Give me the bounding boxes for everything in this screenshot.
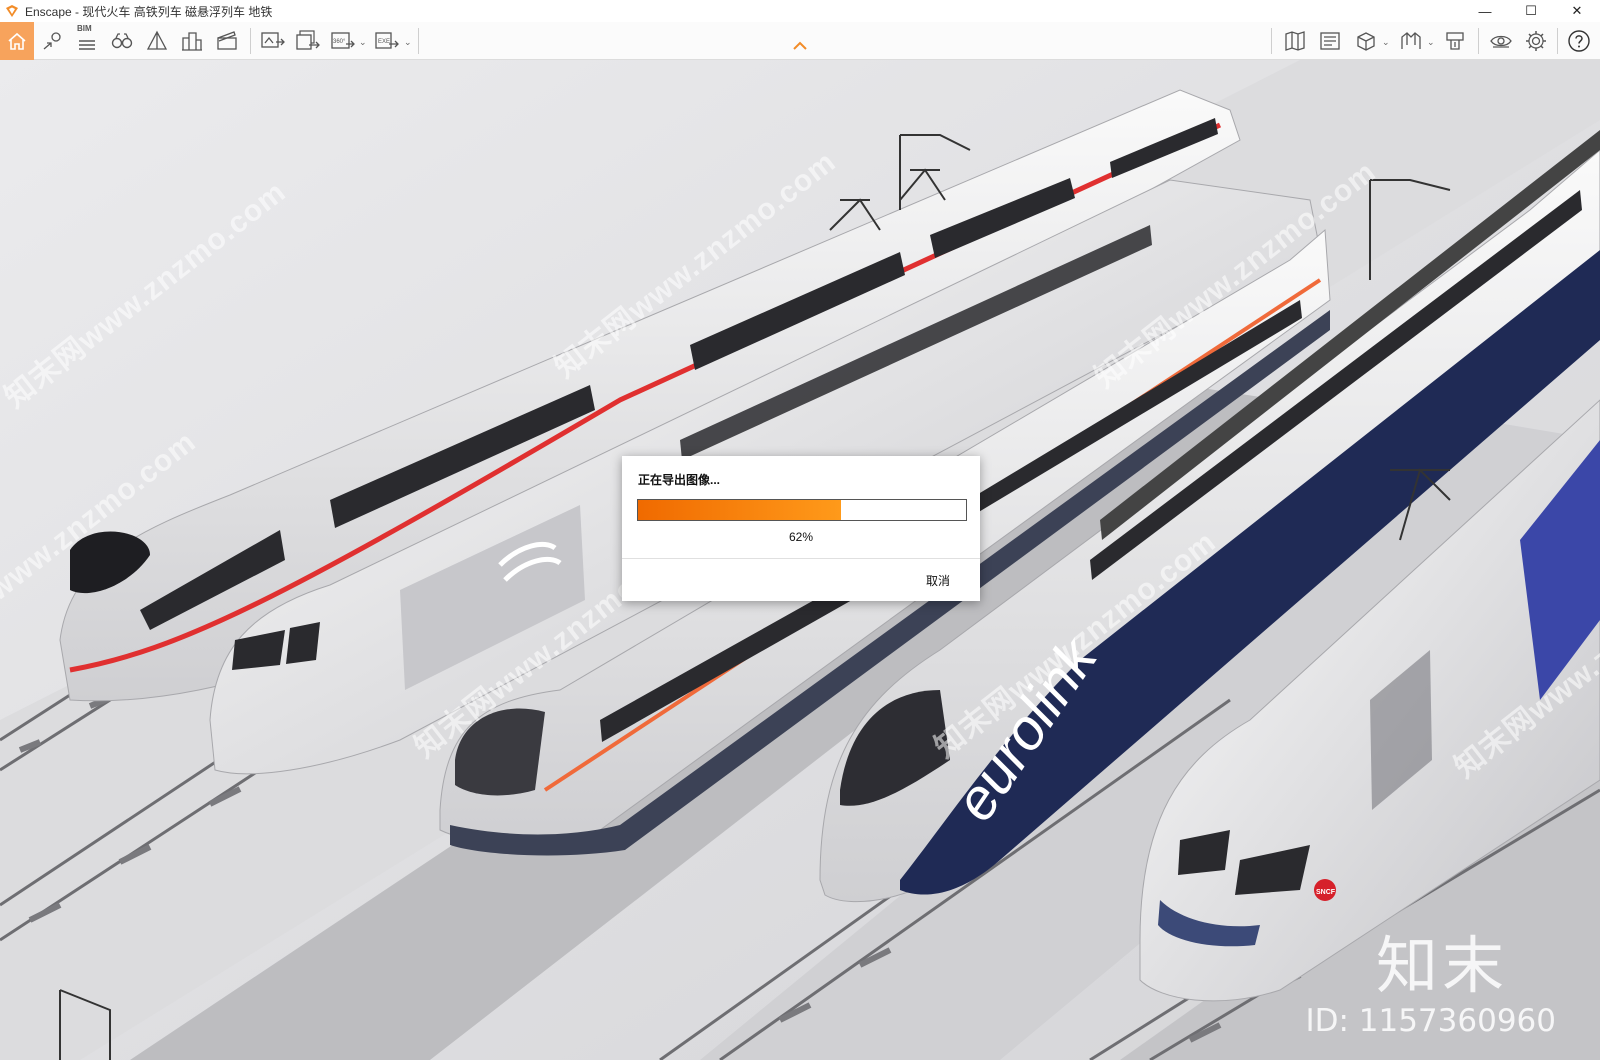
material-button[interactable] (1351, 25, 1381, 57)
screenshot-export-icon (261, 32, 285, 48)
atmosphere-button[interactable] (142, 25, 172, 57)
batch-render-button[interactable] (293, 25, 323, 57)
batch-render-icon (296, 30, 320, 50)
binoculars-button[interactable] (107, 25, 137, 57)
location-button[interactable] (38, 25, 68, 57)
panorama-export-icon: 360° (331, 32, 355, 49)
toolbar-separator (1557, 28, 1558, 54)
visual-settings-icon (1490, 35, 1512, 48)
help-icon (1568, 30, 1590, 52)
toolbar-separator (418, 28, 419, 54)
panorama-dropdown-caret[interactable]: ⌄ (359, 37, 367, 48)
enscape-logo-icon (6, 5, 18, 17)
exe-export-icon: EXE (375, 32, 399, 49)
bim-button[interactable]: BIM (72, 24, 102, 57)
upload-icon (1446, 32, 1464, 50)
asset-library-icon (1320, 32, 1340, 50)
exe-label: EXE (378, 39, 390, 45)
buildings-button[interactable] (177, 25, 207, 57)
help-button[interactable] (1564, 25, 1594, 57)
visual-settings-button[interactable] (1486, 25, 1516, 57)
progress-percent-label: 62% (788, 530, 814, 544)
brand-watermark: 知末 (1375, 929, 1508, 1002)
exe-dropdown-caret[interactable]: ⌄ (404, 37, 412, 48)
map-button[interactable] (1280, 25, 1310, 57)
video-editor-button[interactable] (212, 25, 242, 57)
window-title: Enscape - 现代火车 高铁列车 磁悬浮列车 地铁 (25, 4, 273, 19)
cancel-button[interactable]: 取消 (926, 572, 950, 589)
collapse-toolbar-icon[interactable] (792, 41, 808, 51)
settings-button[interactable] (1521, 25, 1551, 57)
dialog-divider (622, 558, 980, 559)
exe-export-button[interactable]: EXE (372, 25, 402, 57)
asset-library-button[interactable] (1315, 25, 1345, 57)
binoculars-icon (111, 33, 133, 49)
atmosphere-icon (146, 30, 168, 50)
views-icon (1401, 32, 1421, 49)
home-button[interactable] (0, 22, 34, 60)
window-controls: — ☐ ✕ (1462, 0, 1600, 22)
views-dropdown-caret[interactable]: ⌄ (1427, 37, 1435, 48)
toolbar-separator (250, 28, 251, 54)
toolbar-separator (1271, 28, 1272, 54)
settings-icon (1526, 31, 1546, 51)
panorama-export-button[interactable]: 360° (328, 25, 358, 57)
screenshot-export-button[interactable] (258, 25, 288, 57)
upload-button[interactable] (1440, 25, 1470, 57)
home-icon (8, 32, 26, 50)
material-icon (1357, 32, 1375, 51)
video-editor-icon (217, 31, 237, 50)
views-button[interactable] (1396, 25, 1426, 57)
buildings-icon (182, 32, 202, 51)
maximize-button[interactable]: ☐ (1508, 0, 1554, 22)
brand-id-watermark: ID: 1157360960 (1305, 1003, 1556, 1039)
close-button[interactable]: ✕ (1554, 0, 1600, 22)
minimize-button[interactable]: — (1462, 0, 1508, 22)
dialog-title: 正在导出图像... (638, 473, 721, 487)
map-icon (1285, 31, 1305, 51)
location-icon (43, 32, 61, 50)
title-bar: Enscape - 现代火车 高铁列车 磁悬浮列车 地铁 — ☐ ✕ (0, 0, 1600, 22)
export-progress-dialog: 正在导出图像... 62% 取消 (622, 456, 980, 601)
export-progress-bar (637, 499, 967, 521)
sncf-badge-text: SNCF (1316, 889, 1336, 896)
material-dropdown-caret[interactable]: ⌄ (1382, 37, 1390, 48)
panorama-label: 360° (333, 39, 346, 45)
bim-label: BIM (77, 24, 92, 33)
progress-fill (638, 500, 842, 520)
toolbar-separator (1478, 28, 1479, 54)
